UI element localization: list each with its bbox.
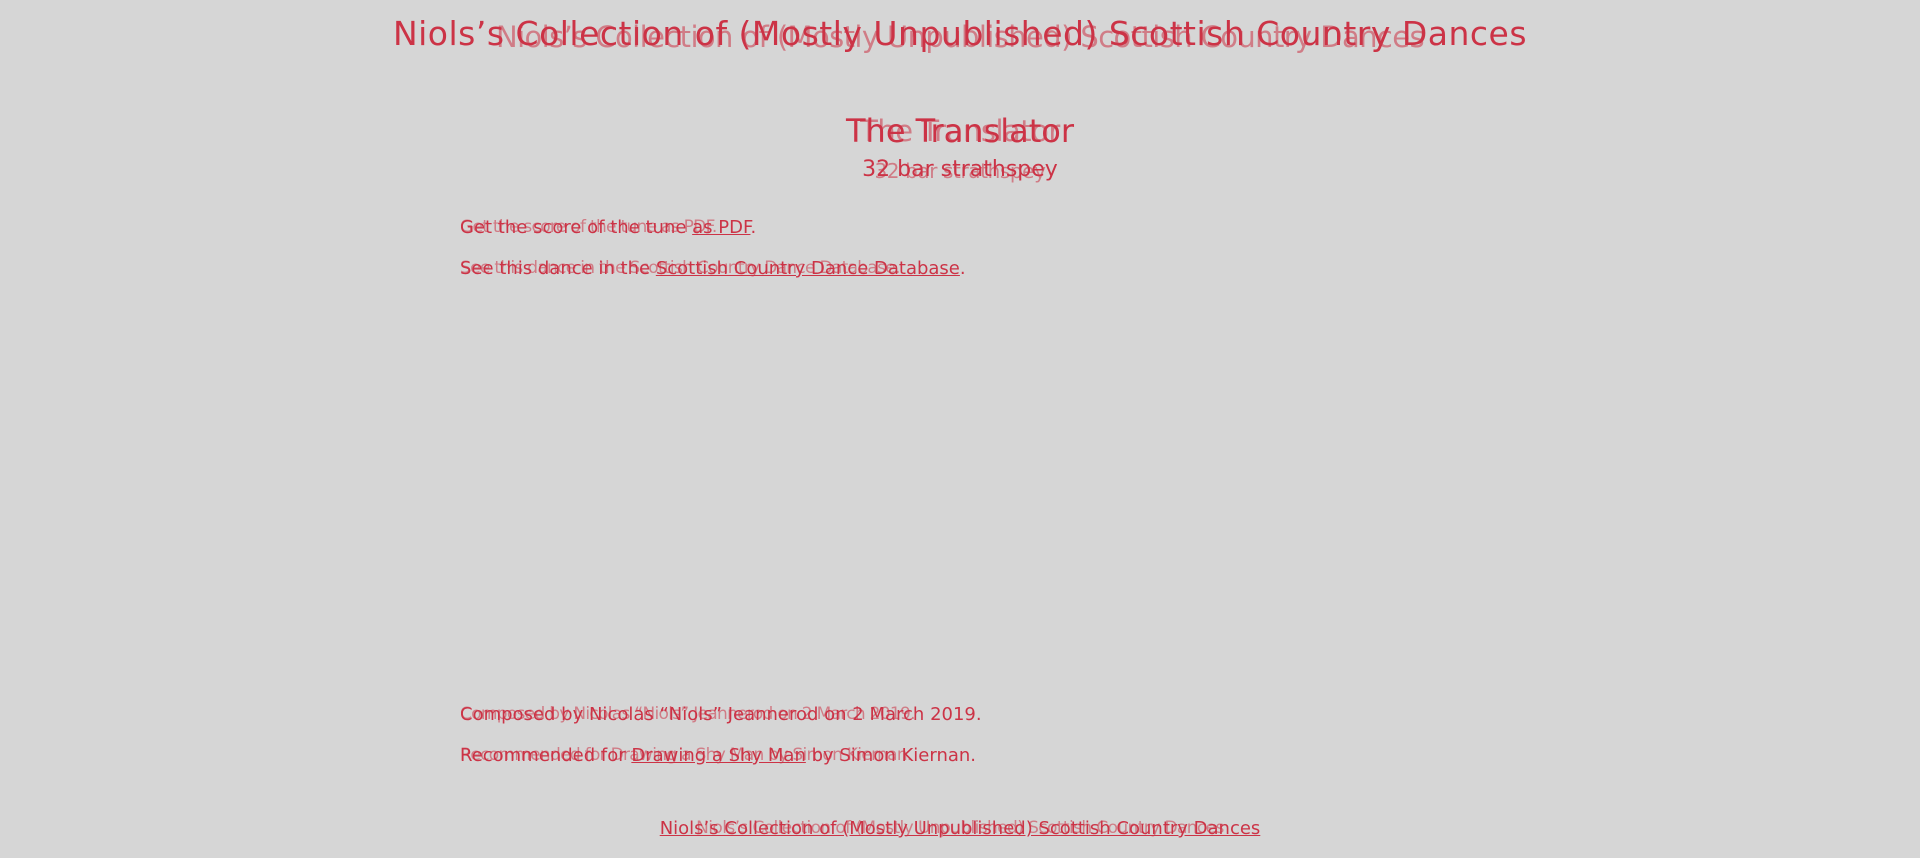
dance-title: The Translator bbox=[845, 112, 1075, 150]
score-prefix: Get the score of the tune bbox=[460, 217, 693, 238]
score-line: Get the score of the tune as PDF. bbox=[460, 217, 756, 238]
database-suffix: . bbox=[959, 258, 966, 279]
database-link[interactable]: Scottish Country Dance Database bbox=[656, 258, 960, 279]
score-suffix: . bbox=[750, 217, 757, 238]
footer-home-link[interactable]: Niols’s Collection of (Mostly Unpublishe… bbox=[660, 818, 1261, 839]
recommended-line: Recommended for Drawing a Shy Man by Sim… bbox=[460, 745, 976, 766]
database-line: See this dance in the Scottish Country D… bbox=[460, 258, 966, 279]
database-prefix: See this dance in the bbox=[460, 258, 656, 279]
site-title: Niols’s Collection of (Mostly Unpublishe… bbox=[392, 14, 1528, 53]
dance-type: 32 bar strathspey bbox=[862, 157, 1058, 182]
recommended-prefix: Recommended for bbox=[460, 745, 632, 766]
score-area bbox=[460, 295, 1460, 685]
recommended-link[interactable]: Drawing a Shy Man bbox=[631, 745, 806, 766]
footer: Niols’s Collection of (Mostly Unpublishe… bbox=[0, 818, 1920, 839]
score-pdf-link[interactable]: as PDF bbox=[692, 217, 750, 238]
recommended-suffix: by Simon Kiernan. bbox=[805, 745, 977, 766]
main-layer: Niols’s Collection of (Mostly Unpublishe… bbox=[0, 0, 1920, 858]
composed-line: Composed by Nicolas “Niols” Jeannerod on… bbox=[460, 704, 982, 725]
